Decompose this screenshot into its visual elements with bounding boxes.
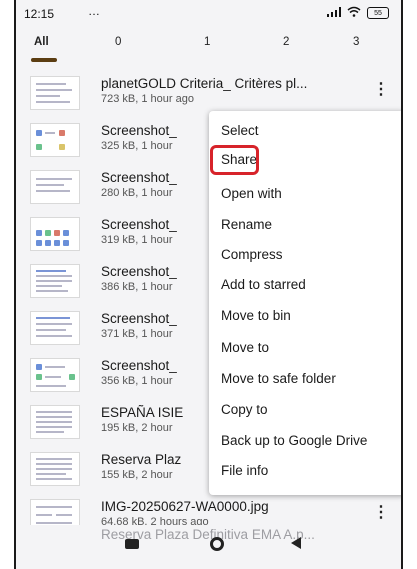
wifi-icon	[347, 6, 361, 20]
tab-0[interactable]: 0	[115, 36, 121, 48]
file-meta: 356 kB, 1 hour	[101, 375, 173, 387]
file-thumbnail	[30, 217, 80, 251]
file-meta: 325 kB, 1 hour	[101, 140, 173, 152]
file-thumbnail	[30, 264, 80, 298]
navigation-bar: Reserva Plaza Definitiva EMA A.p...	[16, 525, 401, 569]
menu-item-rename[interactable]: Rename	[221, 217, 272, 232]
more-options-icon[interactable]: ⋮	[373, 505, 389, 521]
file-name: planetGOLD Criteria_ Critères pl...	[101, 76, 308, 91]
file-name: IMG-20250627-WA0000.jpg	[101, 499, 269, 514]
file-meta: 723 kB, 1 hour ago	[101, 93, 194, 105]
battery-icon: 55	[367, 7, 389, 19]
home-button[interactable]	[210, 537, 224, 551]
more-options-icon[interactable]: ⋮	[373, 82, 389, 98]
file-meta: 195 kB, 2 hour	[101, 422, 173, 434]
notification-more-icon: …	[88, 4, 100, 18]
menu-item-file-info[interactable]: File info	[221, 463, 268, 478]
file-thumbnail	[30, 358, 80, 392]
status-time: 12:15	[24, 7, 55, 21]
system-icons: 55	[327, 6, 389, 20]
menu-item-select[interactable]: Select	[221, 123, 259, 138]
file-thumbnail	[30, 452, 80, 486]
file-thumbnail	[30, 123, 80, 157]
tab-3[interactable]: 3	[353, 36, 359, 48]
tab-indicator	[31, 58, 57, 62]
tab-1[interactable]: 1	[204, 36, 210, 48]
menu-item-add-to-starred[interactable]: Add to starred	[221, 277, 306, 292]
menu-item-move-to-bin[interactable]: Move to bin	[221, 308, 291, 323]
menu-item-open-with[interactable]: Open with	[221, 186, 282, 201]
tab-all[interactable]: All	[34, 36, 49, 48]
category-tabs: All 0 1 2 3	[16, 36, 401, 62]
file-meta: 319 kB, 1 hour	[101, 234, 173, 246]
menu-item-back-up-to-google-drive[interactable]: Back up to Google Drive	[221, 433, 367, 448]
menu-item-compress[interactable]: Compress	[221, 247, 283, 262]
phone-screen: 12:15 … 55 All 0 1 2 3 planetGOLD Criter…	[14, 0, 403, 569]
file-thumbnail	[30, 405, 80, 439]
file-meta: 155 kB, 2 hour	[101, 469, 173, 481]
share-highlight-outline	[210, 145, 259, 175]
file-thumbnail	[30, 170, 80, 204]
file-thumbnail	[30, 76, 80, 110]
tab-2[interactable]: 2	[283, 36, 289, 48]
status-bar: 12:15 … 55	[16, 0, 401, 26]
file-thumbnail	[30, 311, 80, 345]
file-meta: 371 kB, 1 hour	[101, 328, 173, 340]
signal-icon	[327, 6, 341, 20]
file-meta: 280 kB, 1 hour	[101, 187, 173, 199]
menu-item-move-to-safe-folder[interactable]: Move to safe folder	[221, 371, 336, 386]
back-button[interactable]	[291, 537, 301, 549]
file-meta: 386 kB, 1 hour	[101, 281, 173, 293]
recent-apps-button[interactable]	[125, 539, 139, 549]
menu-item-copy-to[interactable]: Copy to	[221, 402, 268, 417]
menu-item-move-to[interactable]: Move to	[221, 340, 269, 355]
